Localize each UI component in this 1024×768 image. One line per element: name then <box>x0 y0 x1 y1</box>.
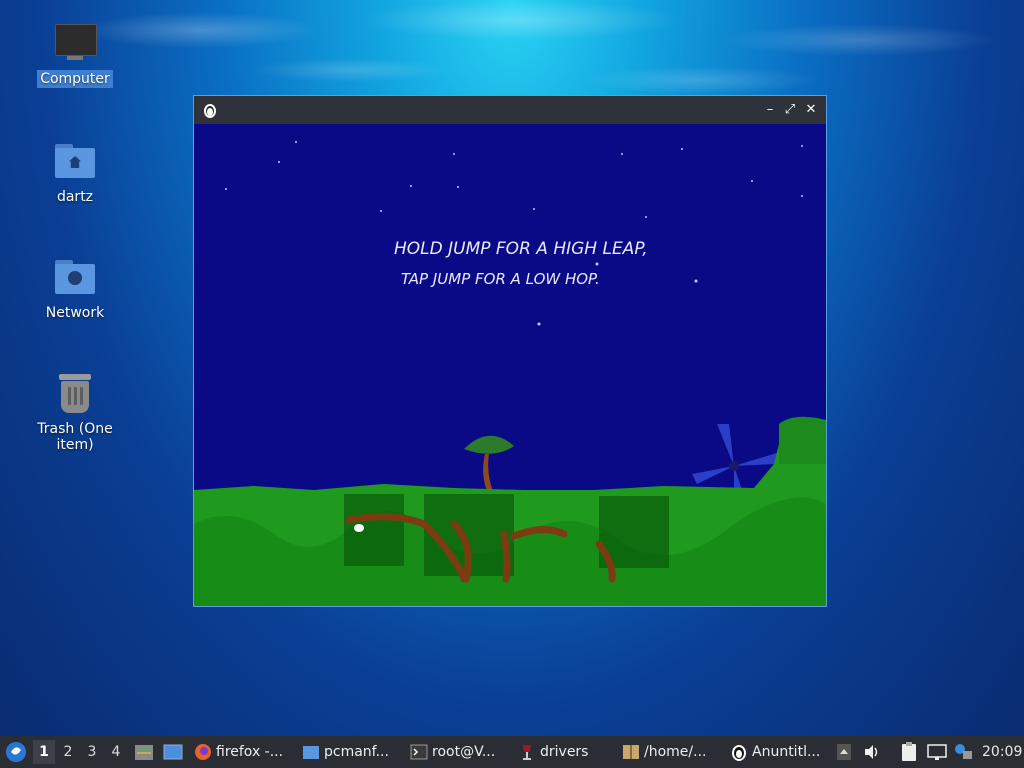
desktop-icon-computer[interactable]: Computer <box>20 22 130 88</box>
workspace-2[interactable]: 2 <box>57 740 79 764</box>
update-notifier-tray[interactable] <box>952 736 974 768</box>
start-menu-button[interactable] <box>4 736 28 768</box>
home-folder-icon <box>53 140 97 184</box>
network-folder-icon <box>53 256 97 300</box>
task-label: /home/... <box>644 744 707 760</box>
archive-icon <box>623 745 639 759</box>
start-menu-icon <box>6 742 26 762</box>
maximize-button[interactable]: ⤢ <box>780 100 800 120</box>
task-drivers[interactable]: drivers <box>518 738 614 766</box>
desktop-icon-network[interactable]: Network <box>20 256 130 322</box>
workspace-3[interactable]: 3 <box>81 740 103 764</box>
game-hint-line-1: HOLD JUMP FOR A HIGH LEAP, <box>394 239 648 259</box>
task-pcmanfm[interactable]: pcmanf... <box>302 738 402 766</box>
file-manager-launcher[interactable] <box>134 736 154 768</box>
task-label: drivers <box>540 744 589 760</box>
task-firefox[interactable]: firefox -... <box>194 738 294 766</box>
clock[interactable]: 20:09 <box>982 736 1022 768</box>
tray-scroll-button[interactable] <box>836 736 852 768</box>
task-home-folder[interactable]: /home/... <box>622 738 722 766</box>
file-manager-icon <box>135 745 153 760</box>
task-terminal[interactable]: root@V... <box>410 738 510 766</box>
terminal-icon <box>410 744 428 760</box>
desktop-icon-trash[interactable]: Trash (One item) <box>20 372 130 454</box>
firefox-icon <box>195 744 211 760</box>
bush <box>344 494 404 566</box>
penguin-icon <box>732 745 746 761</box>
hill <box>779 416 826 464</box>
show-desktop-button[interactable] <box>162 736 184 768</box>
task-label: Anuntitl... <box>752 744 821 760</box>
desktop-icon-label: Computer <box>37 70 113 88</box>
desktop-icon-label: Trash (One item) <box>37 421 113 453</box>
window-titlebar[interactable]: – ⤢ ✕ <box>194 96 826 124</box>
task-label: root@V... <box>432 744 496 760</box>
wine-glass-icon <box>523 745 531 760</box>
trash-icon <box>53 372 97 416</box>
desktop-icon <box>163 744 183 760</box>
scroll-up-icon <box>837 744 851 760</box>
penguin-app-icon <box>204 104 216 118</box>
speaker-icon <box>865 745 878 759</box>
task-label: firefox -... <box>216 744 284 760</box>
palm-tree <box>464 435 514 494</box>
desktop-icon-home-folder[interactable]: dartz <box>20 140 130 206</box>
task-label: pcmanf... <box>324 744 389 760</box>
stars <box>225 141 803 464</box>
game-canvas[interactable]: HOLD JUMP FOR A HIGH LEAP, TAP JUMP FOR … <box>194 124 826 606</box>
network-icon <box>927 744 947 760</box>
desktop-icon-label: dartz <box>56 189 94 205</box>
penguin-player <box>354 524 364 532</box>
clipboard-icon <box>902 742 916 761</box>
folder-icon <box>303 746 319 759</box>
close-button[interactable]: ✕ <box>801 100 821 120</box>
clipboard-tray[interactable] <box>898 736 920 768</box>
update-notifier-icon <box>955 744 972 759</box>
workspace-1[interactable]: 1 <box>33 740 55 764</box>
network-tray[interactable] <box>926 736 948 768</box>
game-scene: HOLD JUMP FOR A HIGH LEAP, TAP JUMP FOR … <box>194 141 826 606</box>
volume-tray[interactable] <box>862 736 882 768</box>
minimize-button[interactable]: – <box>760 100 780 120</box>
taskbar: 1 2 3 4 firefox -... pcmanf... root@V... <box>0 736 1024 768</box>
computer-icon <box>53 22 97 66</box>
workspace-4[interactable]: 4 <box>105 740 127 764</box>
task-game[interactable]: Anuntitl... <box>730 738 830 766</box>
desktop-icon-label: Network <box>45 305 105 321</box>
game-hint-line-2: TAP JUMP FOR A LOW HOP. <box>401 270 600 288</box>
game-window[interactable]: – ⤢ ✕ HOLD JUMP FOR A HIGH LEAP, TAP JUM… <box>193 95 827 607</box>
